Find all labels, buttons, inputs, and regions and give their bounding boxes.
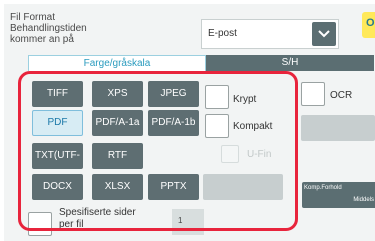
- compression-ratio-value: Middels: [353, 197, 374, 203]
- ocr-settings-slot: [301, 115, 375, 141]
- ok-button[interactable]: OK: [362, 12, 375, 38]
- ocr-checkbox[interactable]: [301, 82, 325, 106]
- destination-dropdown[interactable]: E-post: [201, 19, 339, 49]
- compression-ratio-label: Komp.Forhold: [304, 185, 342, 191]
- tab-black-white[interactable]: S/H: [206, 55, 374, 71]
- dropdown-toggle-button[interactable]: [312, 22, 336, 46]
- header-note-line1: Behandlingstiden: [10, 23, 87, 34]
- header-title: Fil Format: [10, 12, 55, 23]
- destination-dropdown-value: E-post: [208, 28, 237, 39]
- file-format-header: Fil Format Behandlingstiden kommer an på: [10, 12, 170, 45]
- ocr-label: OCR: [330, 90, 353, 101]
- tab-color-grayscale[interactable]: Farge/gråskala: [28, 55, 206, 71]
- compression-ratio-button[interactable]: Komp.Forhold Middels: [302, 182, 375, 208]
- highlight-frame: [18, 71, 298, 231]
- chevron-down-icon: [318, 30, 330, 38]
- header-note-line2: kommer an på: [10, 34, 74, 45]
